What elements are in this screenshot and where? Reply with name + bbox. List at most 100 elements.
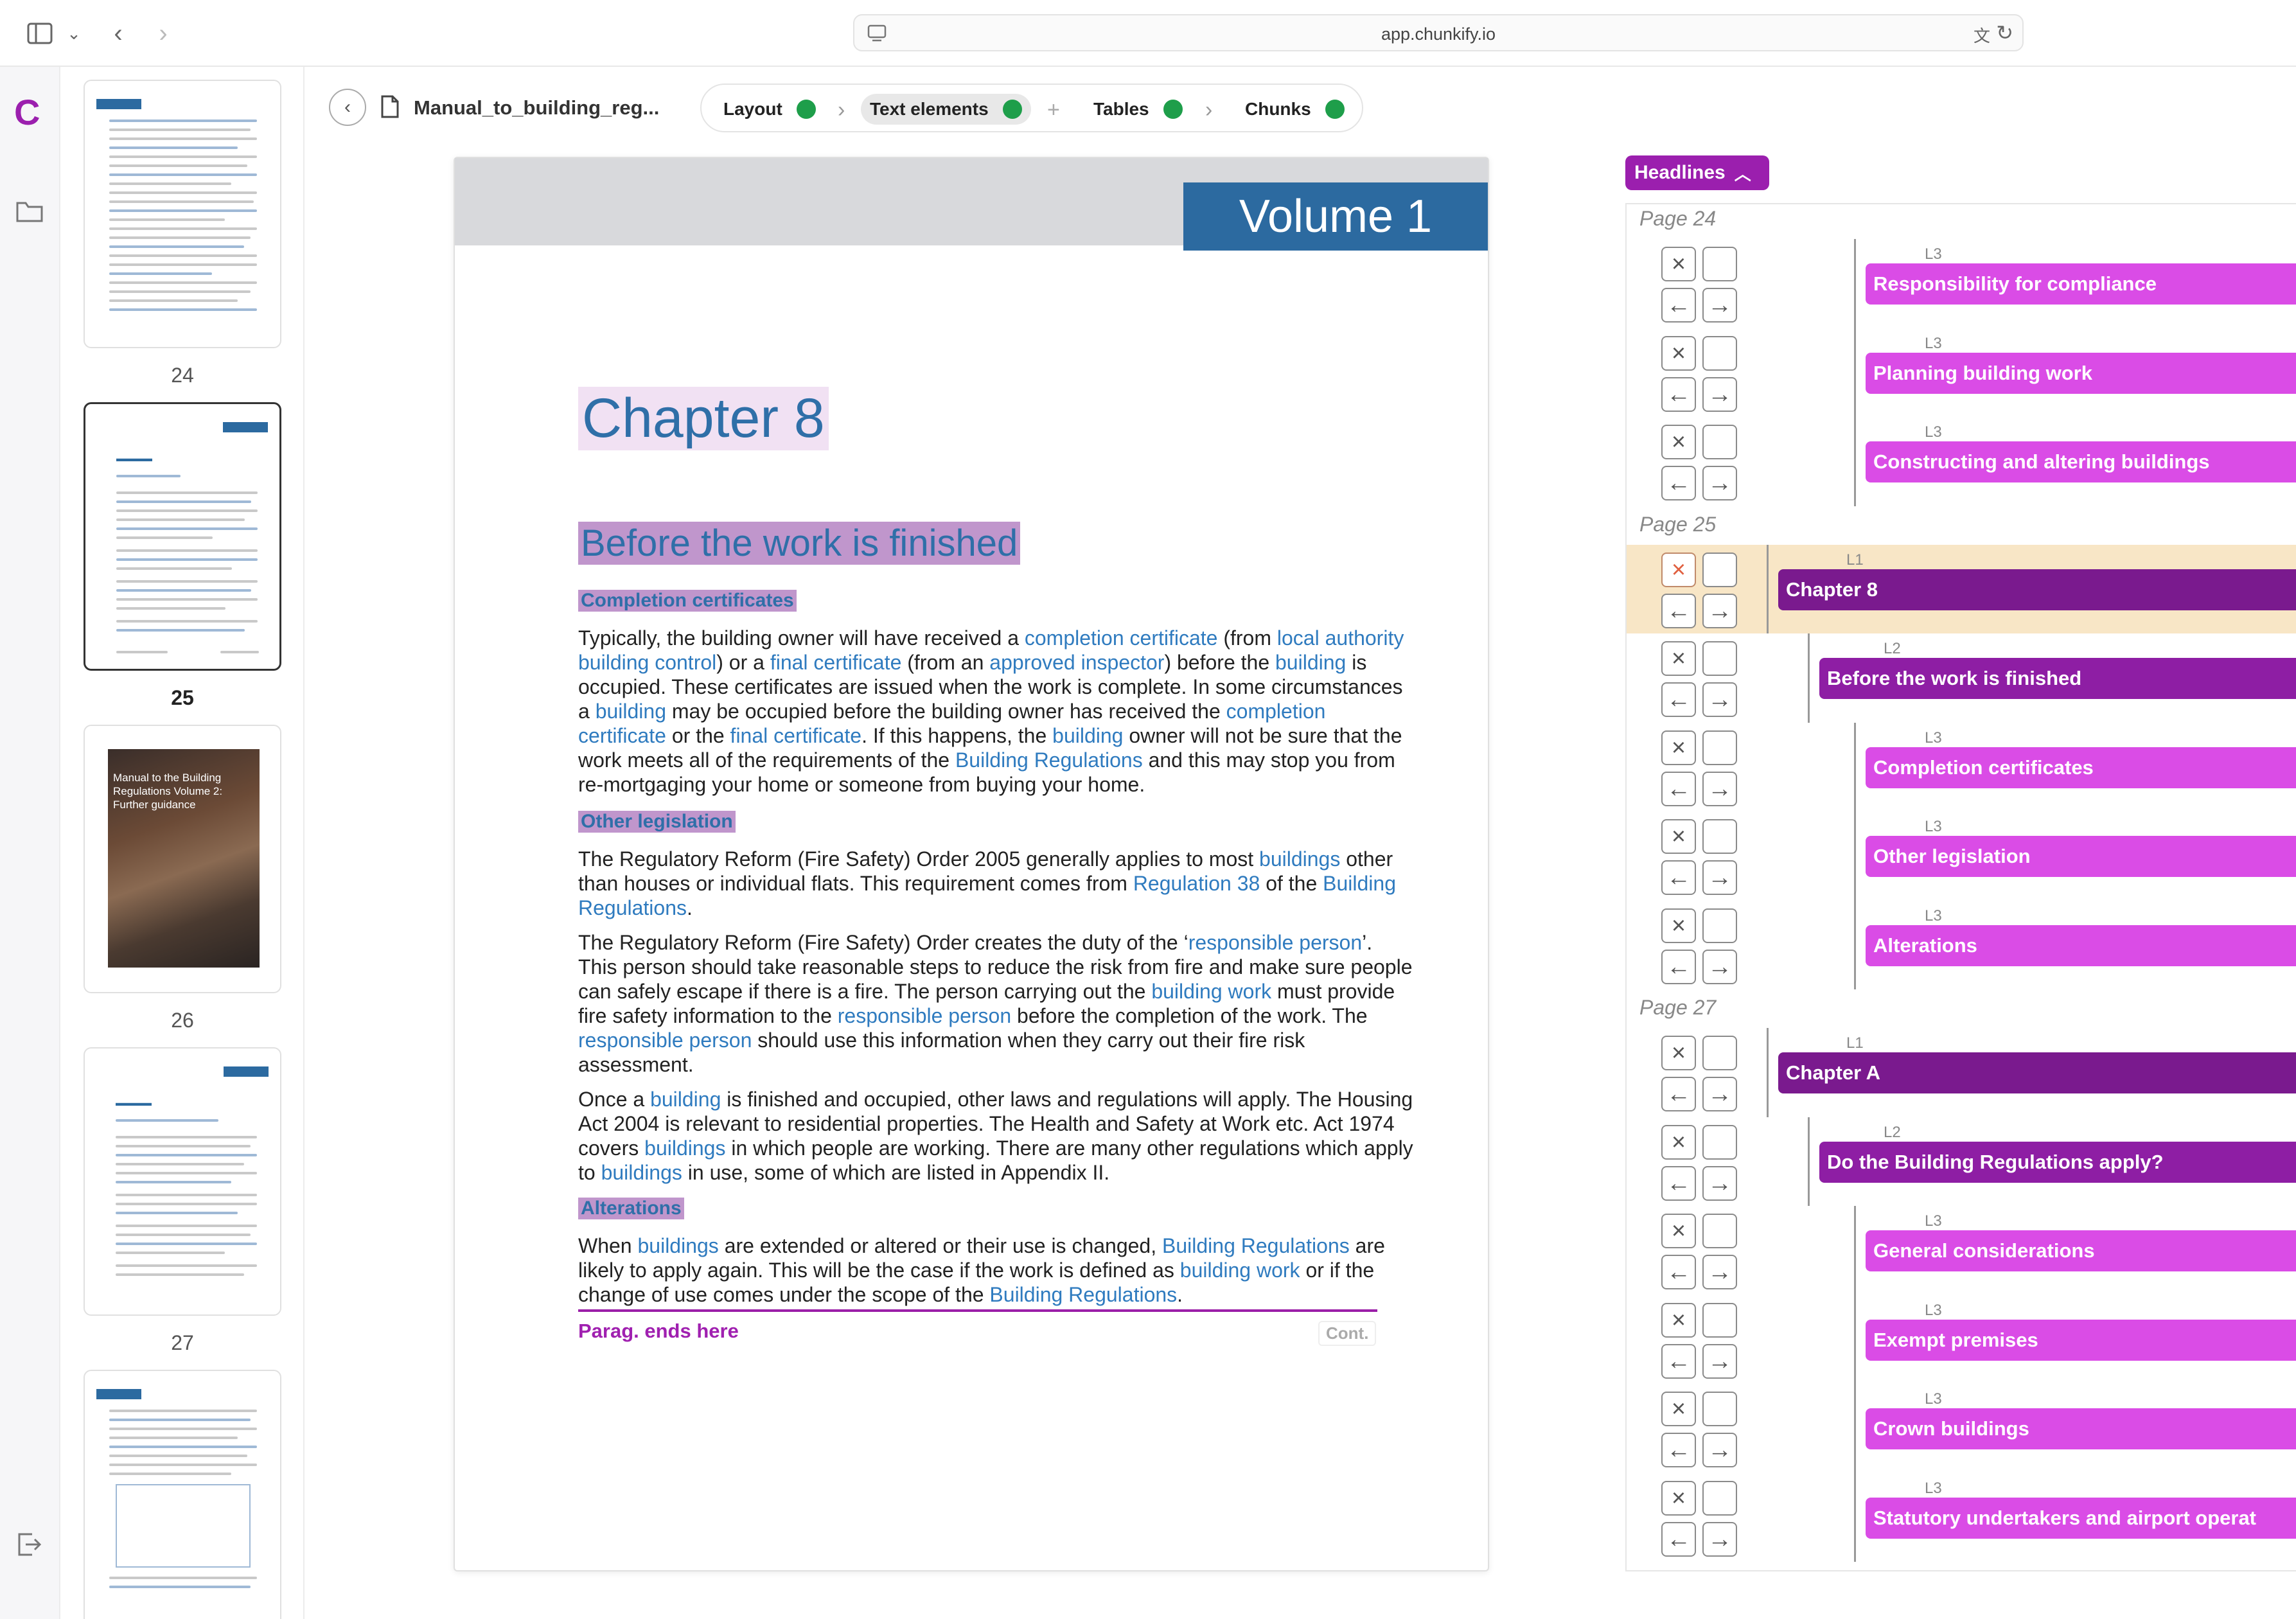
glossary-link[interactable]: buildings — [644, 1137, 725, 1160]
step-text-elements[interactable]: Text elements — [861, 94, 1031, 125]
headline-l3-bar[interactable]: Statutory undertakers and airport operat — [1866, 1497, 2296, 1539]
increase-level-icon[interactable]: → — [1702, 1255, 1737, 1289]
paragraph-alterations[interactable]: When buildings are extended or altered o… — [578, 1234, 1413, 1307]
glossary-link[interactable]: building — [650, 1088, 721, 1111]
headline-row[interactable]: × ← → L3 Completion certificates — [1627, 722, 2296, 811]
headlines-panel[interactable]: Page 24 × ← → L3 Responsibility for complianc… — [1625, 203, 2296, 1571]
decrease-level-icon[interactable]: ← — [1661, 1077, 1696, 1111]
decrease-level-icon[interactable]: ← — [1661, 1165, 1696, 1201]
glossary-link[interactable]: buildings — [601, 1161, 682, 1184]
decrease-level-icon[interactable]: ← — [1661, 288, 1696, 323]
thumbnail-page-25[interactable]: ▬▬▬▬ — [84, 402, 281, 671]
increase-level-icon[interactable]: → — [1702, 949, 1737, 984]
headline-l3-bar[interactable]: Crown buildings — [1866, 1408, 2296, 1449]
headline-row[interactable]: × ← → L3 Responsibility for compliance — [1627, 239, 2296, 328]
paragraph-fire-safety-order[interactable]: The Regulatory Reform (Fire Safety) Orde… — [578, 847, 1413, 920]
delete-headline-icon[interactable]: × — [1661, 1480, 1696, 1516]
document-page-view[interactable]: Volume 1 Chapter 8 Before the work is fi… — [454, 157, 1489, 1571]
increase-level-icon[interactable]: → — [1702, 376, 1737, 412]
glossary-link[interactable]: responsible person — [838, 1004, 1011, 1027]
glossary-link[interactable]: responsible person — [1188, 931, 1362, 954]
headline-row[interactable]: × ← → L3 Crown buildings — [1627, 1384, 2296, 1473]
folder-icon[interactable] — [15, 200, 44, 227]
delete-headline-icon[interactable]: × — [1661, 1036, 1696, 1070]
back-button[interactable]: ‹ — [329, 89, 366, 126]
subheading-alterations[interactable]: Alterations — [578, 1198, 684, 1219]
headline-l3-bar[interactable]: Alterations — [1866, 925, 2296, 966]
increase-level-icon[interactable]: → — [1702, 682, 1737, 717]
glossary-link[interactable]: responsible person — [578, 1029, 752, 1052]
increase-level-icon[interactable]: → — [1702, 771, 1737, 806]
decrease-level-icon[interactable]: ← — [1661, 1433, 1696, 1467]
page-thumbnails[interactable]: 24 ▬▬▬▬ 25 Manual to the Building Regula… — [60, 67, 305, 1619]
chevron-down-icon[interactable]: ⌄ — [64, 19, 84, 48]
glossary-link[interactable]: final certificate — [770, 651, 902, 674]
increase-level-icon[interactable]: → — [1702, 860, 1737, 895]
select-headline-checkbox[interactable] — [1702, 819, 1737, 854]
headline-l3-bar[interactable]: Completion certificates — [1866, 747, 2296, 788]
back-arrow-icon[interactable]: ‹ — [105, 19, 131, 48]
paragraph-responsible-person[interactable]: The Regulatory Reform (Fire Safety) Orde… — [578, 930, 1413, 1077]
delete-headline-icon[interactable]: × — [1661, 1214, 1696, 1248]
delete-headline-icon[interactable]: × — [1661, 908, 1696, 943]
delete-headline-icon[interactable]: × — [1661, 425, 1696, 459]
increase-level-icon[interactable]: → — [1702, 1165, 1737, 1201]
step-chunks[interactable]: Chunks — [1245, 94, 1345, 125]
subheading-completion[interactable]: Completion certificates — [578, 590, 797, 612]
headline-l3-bar[interactable]: Responsibility for compliance — [1866, 263, 2296, 305]
select-headline-checkbox[interactable] — [1702, 908, 1737, 943]
thumbnail-page-27[interactable]: ▬▬▬▬ — [84, 1047, 281, 1316]
decrease-level-icon[interactable]: ← — [1661, 1521, 1696, 1557]
select-headline-checkbox[interactable] — [1702, 247, 1737, 281]
decrease-level-icon[interactable]: ← — [1661, 1343, 1696, 1379]
glossary-link[interactable]: completion certificate — [1025, 626, 1218, 650]
delete-headline-icon[interactable]: × — [1661, 641, 1696, 676]
headline-row[interactable]: × ← → L3 Alterations — [1627, 900, 2296, 989]
glossary-link[interactable]: Building Regulations — [989, 1283, 1177, 1306]
decrease-level-icon[interactable]: ← — [1661, 682, 1696, 717]
headline-row[interactable]: × ← → L3 Statutory undertakers and airport o… — [1627, 1473, 2296, 1562]
glossary-link[interactable]: building — [596, 700, 666, 723]
glossary-link[interactable]: building work — [1151, 980, 1271, 1003]
increase-level-icon[interactable]: → — [1702, 1343, 1737, 1379]
headline-row[interactable]: × ← → L2 Do the Building Regulations apply? — [1627, 1117, 2296, 1206]
delete-headline-icon[interactable]: × — [1661, 730, 1696, 765]
delete-headline-icon[interactable]: × — [1661, 1124, 1696, 1160]
chapter-heading[interactable]: Chapter 8 — [578, 387, 829, 450]
increase-level-icon[interactable]: → — [1702, 1077, 1737, 1111]
continue-button[interactable]: Cont. — [1318, 1321, 1377, 1346]
headline-row[interactable]: × ← → L2 Before the work is finished — [1627, 633, 2296, 723]
increase-level-icon[interactable]: → — [1702, 466, 1737, 500]
decrease-level-icon[interactable]: ← — [1661, 376, 1696, 412]
increase-level-icon[interactable]: → — [1702, 1433, 1737, 1467]
headline-row[interactable]: × ← → L3 Planning building work — [1627, 328, 2296, 417]
headline-l1-bar[interactable]: Chapter A — [1778, 1052, 2296, 1093]
delete-headline-icon[interactable]: × — [1661, 552, 1696, 587]
section-heading[interactable]: Before the work is finished — [578, 522, 1021, 565]
glossary-link[interactable]: final certificate — [730, 724, 862, 747]
step-tables[interactable]: Tables — [1093, 94, 1183, 125]
logout-icon[interactable] — [17, 1532, 42, 1561]
decrease-level-icon[interactable]: ← — [1661, 771, 1696, 806]
headline-l1-bar[interactable]: Chapter 8 — [1778, 569, 2296, 610]
delete-headline-icon[interactable]: × — [1661, 819, 1696, 854]
increase-level-icon[interactable]: → — [1702, 1521, 1737, 1557]
delete-headline-icon[interactable]: × — [1661, 1392, 1696, 1426]
increase-level-icon[interactable]: → — [1702, 593, 1737, 628]
app-logo[interactable]: C — [14, 91, 40, 133]
headline-l2-bar[interactable]: Before the work is finished — [1819, 658, 2296, 699]
headline-row[interactable]: × ← → L3 Exempt premises — [1627, 1295, 2296, 1384]
decrease-level-icon[interactable]: ← — [1661, 593, 1696, 628]
headline-l2-bar[interactable]: Do the Building Regulations apply? — [1819, 1141, 2296, 1183]
decrease-level-icon[interactable]: ← — [1661, 1255, 1696, 1289]
glossary-link[interactable]: Building Regulations — [1162, 1234, 1350, 1257]
headline-l3-bar[interactable]: Planning building work — [1866, 352, 2296, 394]
glossary-link[interactable]: buildings — [637, 1234, 718, 1257]
increase-level-icon[interactable]: → — [1702, 288, 1737, 323]
url-bar[interactable]: app.chunkify.io 文 ↻ — [853, 14, 2024, 51]
headline-l3-bar[interactable]: Other legislation — [1866, 836, 2296, 877]
plus-icon[interactable]: + — [1047, 98, 1060, 123]
translate-icon[interactable]: 文 — [1974, 23, 1990, 47]
decrease-level-icon[interactable]: ← — [1661, 949, 1696, 984]
glossary-link[interactable]: building — [1052, 724, 1123, 747]
